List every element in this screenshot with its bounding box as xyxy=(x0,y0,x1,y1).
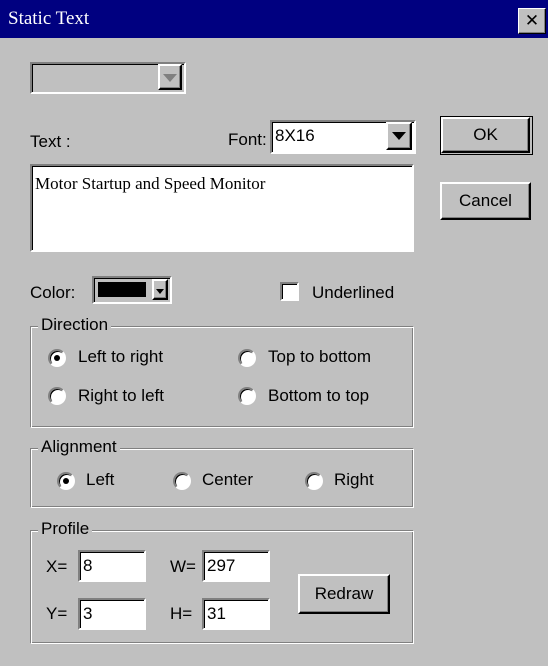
top-combo-dropdown-button[interactable] xyxy=(158,64,182,90)
font-select[interactable]: 8X16 xyxy=(270,120,416,154)
window-title: Static Text xyxy=(8,8,90,29)
font-select-value: 8X16 xyxy=(275,126,315,145)
w-input-value: 297 xyxy=(207,556,236,575)
x-input-value: 8 xyxy=(83,556,93,575)
cancel-button-label: Cancel xyxy=(459,191,512,210)
cancel-button[interactable]: Cancel xyxy=(440,182,531,220)
title-bar: Static Text ✕ xyxy=(0,0,548,38)
profile-group-title: Profile xyxy=(38,519,93,539)
color-label: Color: xyxy=(30,283,76,302)
direction-group-title: Direction xyxy=(38,315,112,335)
w-input[interactable]: 297 xyxy=(202,550,270,582)
x-label: X= xyxy=(46,557,68,576)
radio-align-left[interactable] xyxy=(57,472,75,490)
font-label: Font: xyxy=(228,130,267,149)
redraw-button-label: Redraw xyxy=(314,584,374,603)
ok-button-label: OK xyxy=(473,125,498,144)
static-text-dialog: Static Text ✕ Text : Font: 8X16 Motor St… xyxy=(0,0,548,666)
redraw-button[interactable]: Redraw xyxy=(298,574,390,614)
underlined-checkbox[interactable] xyxy=(280,282,299,301)
alignment-label-right: Right xyxy=(334,470,374,489)
underlined-label: Underlined xyxy=(312,283,395,302)
color-picker[interactable] xyxy=(92,276,172,304)
direction-label-left-to-right: Left to right xyxy=(78,347,164,366)
text-content-value: Motor Startup and Speed Monitor xyxy=(35,174,266,193)
text-content-field[interactable]: Motor Startup and Speed Monitor xyxy=(30,164,414,252)
close-icon: ✕ xyxy=(524,11,540,31)
color-dropdown-button[interactable] xyxy=(152,279,168,300)
radio-top-to-bottom[interactable] xyxy=(238,349,256,367)
y-input[interactable]: 3 xyxy=(78,598,146,630)
top-combo-box[interactable] xyxy=(30,62,186,94)
x-input[interactable]: 8 xyxy=(78,550,146,582)
alignment-group-title: Alignment xyxy=(38,437,120,457)
y-label: Y= xyxy=(46,604,68,623)
h-input[interactable]: 31 xyxy=(202,598,270,630)
radio-selected-dot xyxy=(63,478,69,484)
ok-button[interactable]: OK xyxy=(441,117,530,153)
radio-right-to-left[interactable] xyxy=(48,387,66,405)
h-input-value: 31 xyxy=(207,604,226,623)
w-label: W= xyxy=(170,557,196,576)
radio-align-right[interactable] xyxy=(305,472,323,490)
direction-label-right-to-left: Right to left xyxy=(78,386,164,405)
direction-group xyxy=(30,326,414,428)
y-input-value: 3 xyxy=(83,604,93,623)
chevron-down-icon xyxy=(392,132,406,140)
direction-label-top-to-bottom: Top to bottom xyxy=(268,347,372,366)
text-label: Text : xyxy=(30,132,71,151)
alignment-label-center: Center xyxy=(202,470,254,489)
direction-label-bottom-to-top: Bottom to top xyxy=(268,386,370,405)
h-label: H= xyxy=(170,604,193,623)
radio-bottom-to-top[interactable] xyxy=(238,387,256,405)
radio-left-to-right[interactable] xyxy=(48,349,66,367)
alignment-label-left: Left xyxy=(86,470,115,489)
radio-selected-dot xyxy=(54,355,60,361)
chevron-down-icon xyxy=(163,74,177,82)
close-button[interactable]: ✕ xyxy=(518,8,546,34)
color-swatch xyxy=(98,282,146,297)
chevron-down-icon xyxy=(156,289,164,294)
radio-align-center[interactable] xyxy=(173,472,191,490)
font-dropdown-button[interactable] xyxy=(386,122,412,150)
